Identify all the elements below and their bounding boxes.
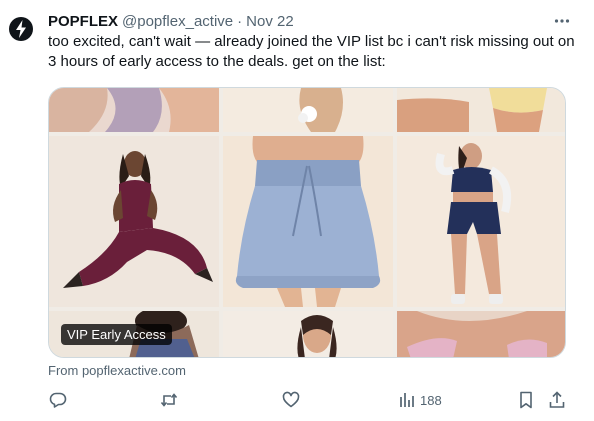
bookmark-icon <box>520 391 532 409</box>
like-button[interactable] <box>281 388 301 412</box>
product-image-grid <box>49 88 565 357</box>
product-image <box>397 88 565 132</box>
avatar[interactable] <box>6 14 36 44</box>
share-icon <box>549 391 565 408</box>
author-name[interactable]: POPFLEX <box>48 13 118 30</box>
tweet-header: POPFLEX @popflex_active · Nov 22 <box>48 11 574 31</box>
bookmark-button[interactable] <box>516 388 536 412</box>
link-card[interactable]: VIP Early Access <box>48 87 566 358</box>
retweet-button[interactable] <box>159 388 179 412</box>
author-handle[interactable]: @popflex_active <box>122 13 233 30</box>
separator: · <box>237 12 243 30</box>
link-source[interactable]: From popflexactive.com <box>48 363 186 378</box>
product-image <box>223 311 393 357</box>
more-button[interactable] <box>550 11 574 31</box>
product-image <box>223 88 393 132</box>
reply-button[interactable] <box>48 388 68 412</box>
views-count: 188 <box>420 392 442 408</box>
more-icon <box>554 19 570 23</box>
product-image <box>49 88 219 132</box>
product-image <box>223 136 393 307</box>
share-button[interactable] <box>547 388 567 412</box>
like-icon <box>282 391 300 408</box>
views-button[interactable]: 188 <box>398 388 442 412</box>
product-image <box>49 136 219 307</box>
popflex-logo <box>9 17 33 41</box>
retweet-icon <box>160 393 178 407</box>
product-image <box>397 311 565 357</box>
product-image <box>397 136 565 307</box>
reply-icon <box>49 392 67 408</box>
tweet-text: too excited, can't wait — already joined… <box>48 33 575 70</box>
views-icon <box>400 393 414 407</box>
card-badge: VIP Early Access <box>61 324 172 345</box>
tweet[interactable]: POPFLEX @popflex_active · Nov 22 too exc… <box>0 0 594 421</box>
tweet-date[interactable]: Nov 22 <box>246 13 294 30</box>
action-bar: 188 <box>48 388 578 412</box>
